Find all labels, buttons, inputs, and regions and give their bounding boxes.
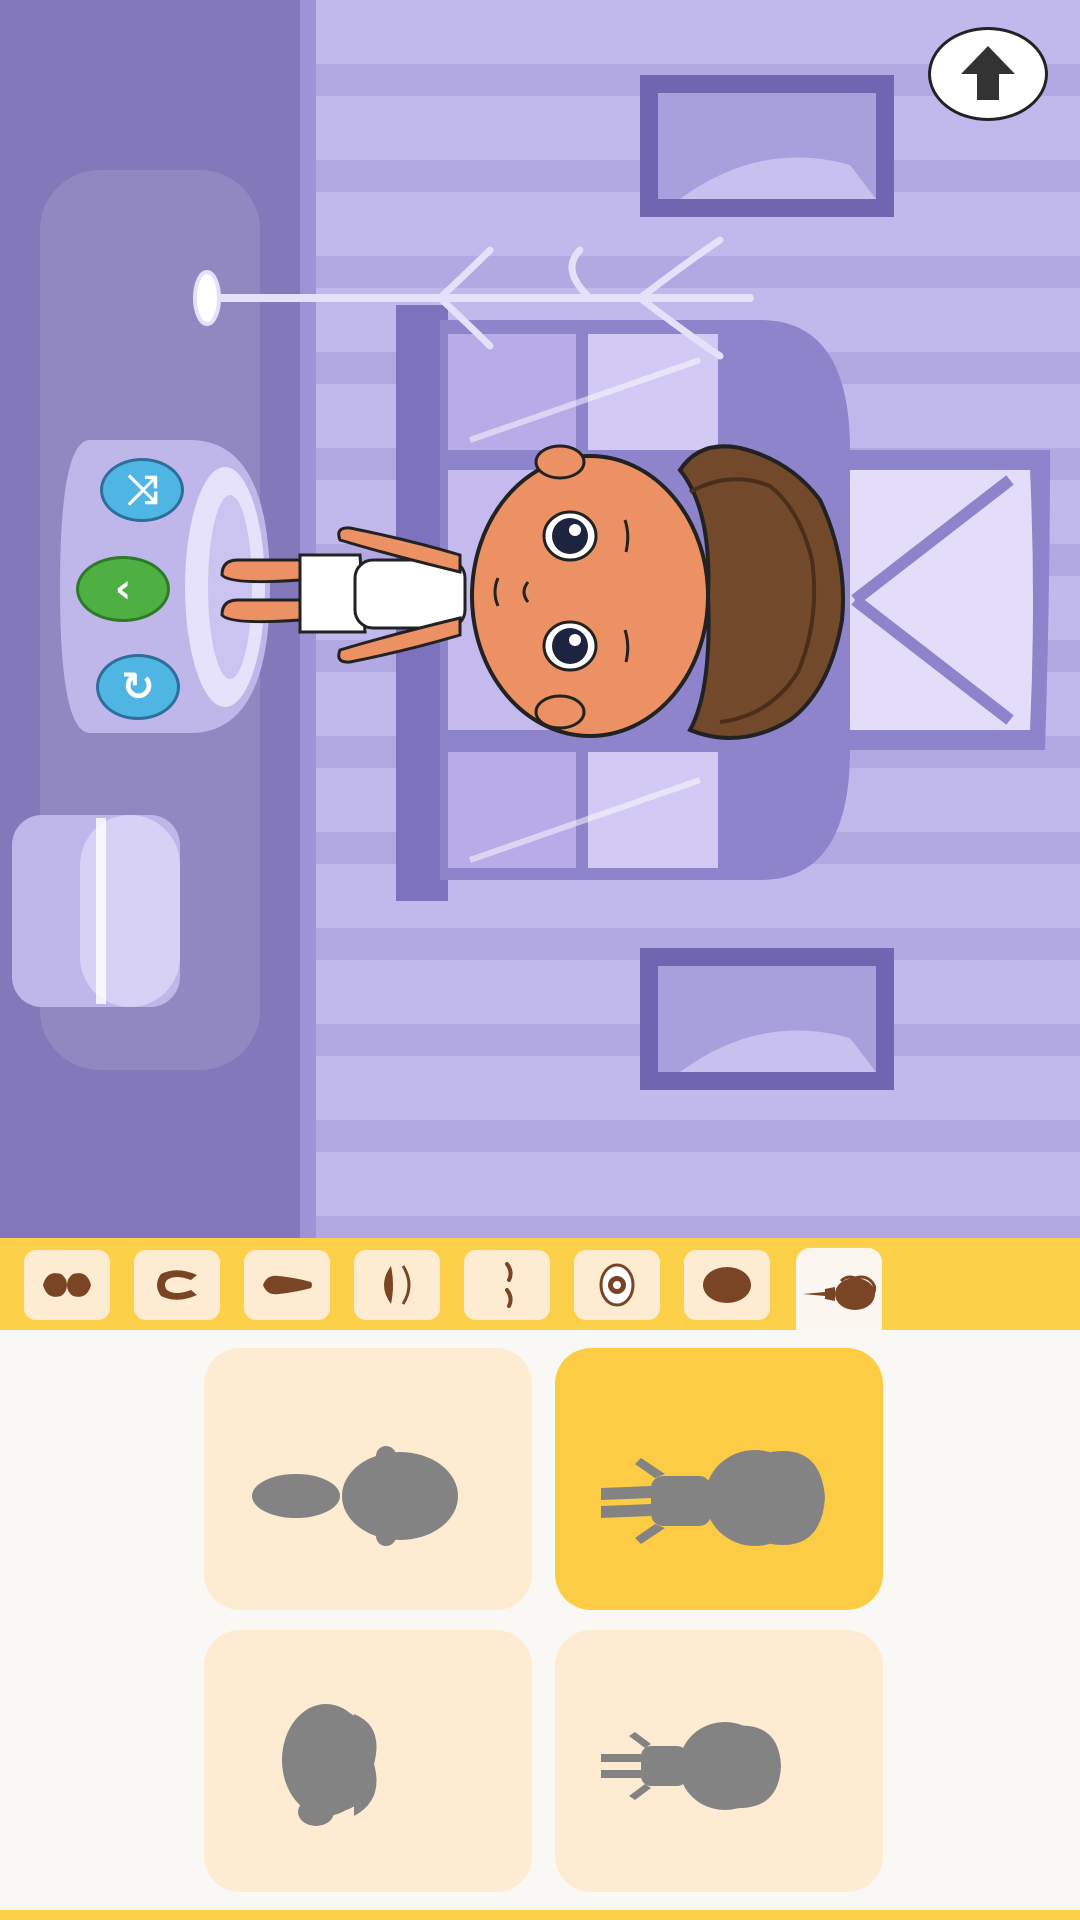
tab-face[interactable]	[684, 1250, 770, 1320]
back-button[interactable]: ‹	[76, 556, 170, 622]
reset-button[interactable]: ↻	[96, 654, 180, 720]
room-decor	[12, 75, 1050, 1090]
random-button[interactable]: ⤨	[100, 458, 184, 522]
tab-mustache[interactable]	[24, 1250, 110, 1320]
rotate-icon: ↻	[121, 664, 155, 710]
option-card-body-3[interactable]	[204, 1630, 532, 1892]
upload-button[interactable]	[928, 27, 1048, 121]
option-card-body-4[interactable]	[555, 1630, 883, 1892]
small-child-silhouette-icon	[601, 1722, 781, 1810]
shuffle-icon: ⤨	[126, 467, 158, 513]
ear-icon	[157, 1270, 197, 1300]
ottoman	[12, 815, 180, 1007]
chevron-left-icon: ‹	[114, 566, 132, 612]
eye-icon	[599, 1263, 635, 1307]
scene-canvas: ⤨ ‹ ↻	[0, 0, 1080, 1238]
tab-body[interactable]	[796, 1248, 882, 1340]
tab-eyes[interactable]	[574, 1250, 660, 1320]
picture-frame-top	[640, 75, 894, 217]
tab-mouth[interactable]	[354, 1250, 440, 1320]
mustache-icon	[43, 1273, 91, 1297]
mouth-icon	[384, 1265, 411, 1305]
eyebrow-icon	[505, 1262, 513, 1308]
bottom-accent-stripe	[0, 1910, 1080, 1920]
tab-nose[interactable]	[244, 1250, 330, 1320]
picture-frame-bottom	[640, 948, 894, 1090]
options-panel	[0, 1330, 1080, 1910]
option-card-body-2[interactable]	[555, 1348, 883, 1610]
baby-silhouette-icon	[252, 1446, 458, 1546]
child-silhouette-icon	[601, 1450, 825, 1546]
tab-ears[interactable]	[134, 1250, 220, 1320]
character-avatar	[220, 444, 846, 740]
toddler-silhouette-icon	[282, 1704, 377, 1826]
arrow-up-icon	[961, 46, 1015, 100]
feature-tab-bar	[0, 1238, 1080, 1340]
option-card-body-1[interactable]	[204, 1348, 532, 1610]
face-shape-icon	[703, 1267, 751, 1303]
body-icon	[803, 1275, 877, 1310]
tab-eyebrows[interactable]	[464, 1250, 550, 1320]
nose-icon	[263, 1275, 312, 1295]
